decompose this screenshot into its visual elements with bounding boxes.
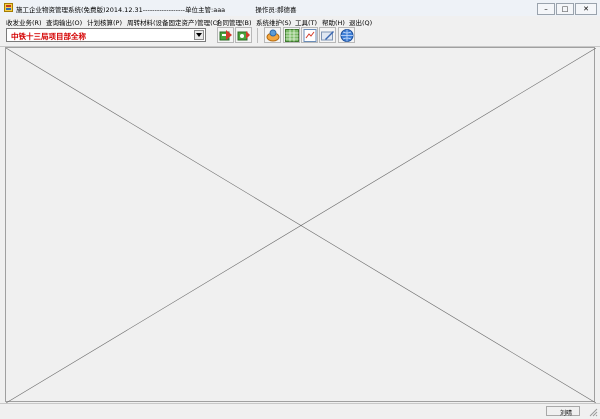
globe-button[interactable] <box>338 27 355 43</box>
main-canvas <box>5 47 596 403</box>
status-user-text: 刘晴 <box>560 410 573 417</box>
stock-out-icon <box>237 31 250 41</box>
placeholder-cross <box>6 48 596 403</box>
chevron-down-icon[interactable] <box>194 30 204 40</box>
status-bar: 刘晴 <box>0 403 600 419</box>
project-select[interactable]: 中铁十三局项目部全称 <box>6 28 206 42</box>
spreadsheet-button[interactable] <box>283 27 300 43</box>
title-operator: 操作员:郝德喜 <box>255 6 297 14</box>
status-pane-main <box>2 406 544 416</box>
spreadsheet-icon <box>285 29 299 42</box>
title-app: 施工企业物资管理系统(免费版)2014.12.31 <box>16 6 143 14</box>
stock-in-button[interactable] <box>217 27 234 43</box>
minimize-button[interactable]: – <box>537 3 555 15</box>
minimize-icon: – <box>544 4 548 13</box>
close-icon: ✕ <box>583 4 589 13</box>
report-button[interactable] <box>301 27 318 43</box>
title-dashes: ------------------ <box>142 6 186 14</box>
window-controls: – □ ✕ <box>537 3 597 15</box>
status-pane-user: 刘晴 <box>546 406 580 417</box>
window-title: 施工企业物资管理系统(免费版)2014.12.31---------------… <box>16 4 297 14</box>
edit-icon <box>321 31 334 41</box>
menu-bar: 收发业务(R) 查询输出(O) 计划核算(P) 周转材料(设备固定资产)管理(C… <box>0 16 600 27</box>
query-button[interactable] <box>264 27 281 43</box>
project-select-value: 中铁十三局项目部全称 <box>11 32 86 41</box>
title-bar: 施工企业物资管理系统(免费版)2014.12.31---------------… <box>0 0 600 17</box>
title-unit: 单位主管:aaa <box>185 6 226 14</box>
stock-in-icon <box>219 30 232 41</box>
app-icon <box>4 3 13 12</box>
edit-button[interactable] <box>319 27 336 43</box>
toolbar-separator <box>257 28 258 43</box>
resize-grip-icon[interactable] <box>588 407 598 417</box>
maximize-button[interactable]: □ <box>556 3 574 15</box>
report-icon <box>303 29 317 42</box>
query-icon <box>266 29 280 42</box>
close-button[interactable]: ✕ <box>575 3 597 15</box>
maximize-icon: □ <box>561 4 569 13</box>
globe-icon <box>340 29 354 42</box>
stock-out-button[interactable] <box>235 27 252 43</box>
toolbar: 中铁十三局项目部全称 <box>0 26 600 47</box>
